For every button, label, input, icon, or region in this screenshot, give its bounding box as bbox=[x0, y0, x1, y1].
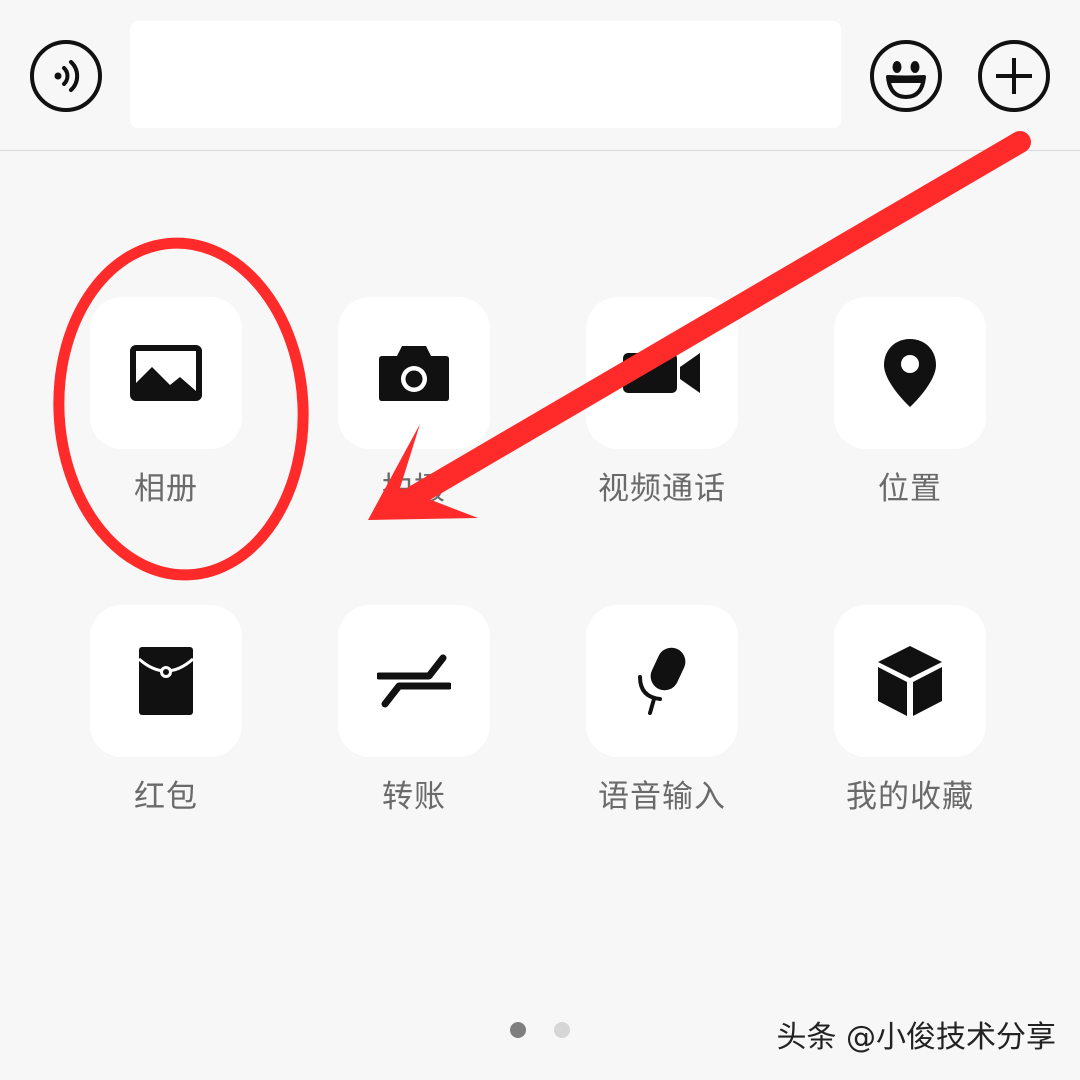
transfer-icon bbox=[377, 654, 451, 708]
favorites-tile[interactable] bbox=[834, 605, 986, 757]
more-functions-button[interactable] bbox=[978, 40, 1050, 112]
favorites-cube-icon bbox=[878, 646, 942, 716]
panel-item-camera[interactable]: 拍摄 bbox=[338, 297, 490, 507]
location-icon bbox=[884, 339, 936, 407]
emoji-icon bbox=[886, 61, 926, 99]
panel-item-album[interactable]: 相册 bbox=[90, 297, 242, 507]
annotation-overlay bbox=[53, 131, 1031, 581]
page-dot-active[interactable] bbox=[510, 1022, 526, 1038]
panel-item-label: 拍摄 bbox=[382, 471, 446, 507]
video-call-icon bbox=[623, 353, 700, 393]
album-tile[interactable] bbox=[90, 297, 242, 449]
page-indicator bbox=[508, 1022, 578, 1040]
panel-item-label: 我的收藏 bbox=[846, 779, 974, 815]
voice-input-icon bbox=[54, 60, 80, 92]
panel-item-red-packet[interactable]: 红包 bbox=[90, 605, 242, 815]
panel-item-favorites[interactable]: 我的收藏 bbox=[834, 605, 986, 815]
panel-item-label: 转账 bbox=[382, 779, 446, 815]
image-icon bbox=[130, 345, 202, 401]
watermark-text: 头条 @小俊技术分享 bbox=[776, 1020, 1056, 1055]
panel-item-voice-input[interactable]: 语音输入 bbox=[586, 605, 738, 815]
panel-item-location[interactable]: 位置 bbox=[834, 297, 986, 507]
panel-item-transfer[interactable]: 转账 bbox=[338, 605, 490, 815]
message-input[interactable] bbox=[130, 21, 841, 128]
voice-toggle-button[interactable] bbox=[30, 40, 102, 112]
panel-item-label: 红包 bbox=[134, 779, 198, 815]
microphone-icon bbox=[638, 647, 686, 715]
transfer-tile[interactable] bbox=[338, 605, 490, 757]
panel-item-label: 位置 bbox=[878, 471, 942, 507]
chat-input-bar bbox=[0, 0, 1080, 151]
voice-input-tile[interactable] bbox=[586, 605, 738, 757]
red-packet-tile[interactable] bbox=[90, 605, 242, 757]
location-tile[interactable] bbox=[834, 297, 986, 449]
panel-item-label: 语音输入 bbox=[598, 779, 726, 815]
camera-tile[interactable] bbox=[338, 297, 490, 449]
red-packet-icon bbox=[138, 647, 194, 715]
page-dot-inactive[interactable] bbox=[554, 1022, 570, 1038]
panel-item-video-call[interactable]: 视频通话 bbox=[586, 297, 738, 507]
emoji-button[interactable] bbox=[870, 40, 942, 112]
camera-icon bbox=[379, 346, 449, 401]
panel-item-label: 视频通话 bbox=[598, 471, 726, 507]
panel-item-label: 相册 bbox=[134, 471, 198, 507]
plus-icon bbox=[996, 58, 1032, 94]
video-call-tile[interactable] bbox=[586, 297, 738, 449]
